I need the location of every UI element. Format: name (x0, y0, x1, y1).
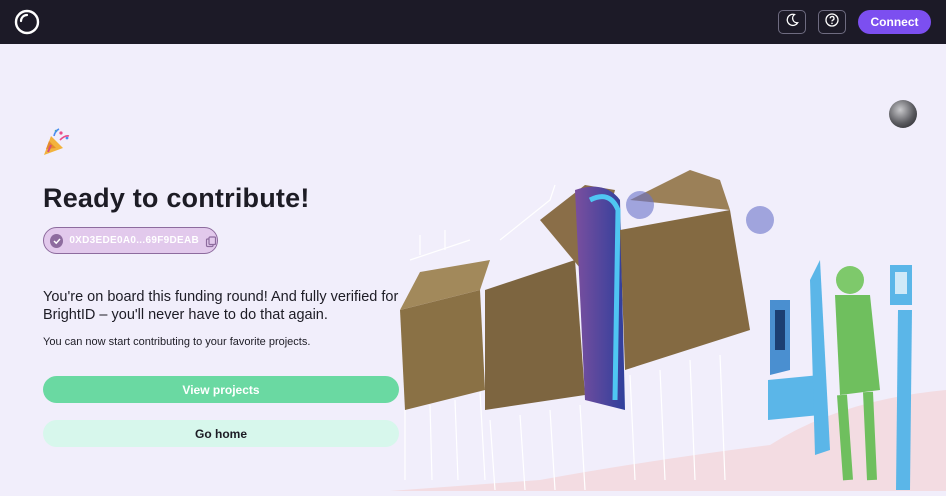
check-icon (50, 233, 64, 248)
avatar[interactable] (889, 100, 917, 128)
help-button[interactable] (818, 10, 846, 34)
moon-icon (785, 13, 799, 32)
theme-toggle-button[interactable] (778, 10, 806, 34)
address-text: 0XD3EDE0A0...69F9DEAB (69, 235, 199, 246)
hint-text: You can now start contributing to your f… (43, 336, 311, 348)
top-bar: Connect (0, 0, 946, 44)
help-icon (825, 12, 839, 32)
copy-icon[interactable] (205, 235, 217, 247)
go-home-button[interactable]: Go home (43, 420, 399, 447)
address-badge[interactable]: 0XD3EDE0A0...69F9DEAB (43, 227, 218, 254)
status-message: You're on board this funding round! And … (43, 289, 399, 323)
connect-button[interactable]: Connect (858, 10, 931, 34)
view-projects-button[interactable]: View projects (43, 376, 399, 403)
party-popper-icon (41, 127, 73, 157)
hero-illustration (390, 160, 946, 491)
logo-ring-icon[interactable] (14, 9, 40, 35)
page-title: Ready to contribute! (43, 183, 310, 213)
